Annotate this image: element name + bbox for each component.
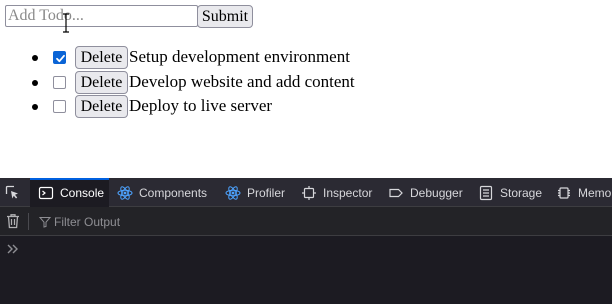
tab-label: Memo xyxy=(578,185,612,200)
todo-checkbox[interactable] xyxy=(53,51,66,64)
console-filter-bar xyxy=(0,207,612,236)
toolbar-separator xyxy=(28,213,29,230)
delete-button[interactable]: Delete xyxy=(75,46,128,69)
filter-icon xyxy=(39,217,51,228)
delete-button[interactable]: Delete xyxy=(75,95,128,118)
todo-text: Deploy to live server xyxy=(129,96,273,115)
bullet-icon xyxy=(32,104,38,110)
tab-inspector[interactable]: Inspector xyxy=(301,178,372,207)
todo-checkbox[interactable] xyxy=(53,100,66,113)
tab-console[interactable]: Console xyxy=(30,178,109,207)
devtools-toolbar: Console Components Profiler Inspector De… xyxy=(0,178,612,207)
tab-components[interactable]: Components xyxy=(117,178,207,207)
inspector-icon xyxy=(302,185,316,200)
todo-text: Setup development environment xyxy=(129,47,350,66)
todo-input[interactable] xyxy=(5,5,198,27)
console-icon xyxy=(38,186,54,199)
delete-button[interactable]: Delete xyxy=(75,71,128,94)
chevrons-right-icon xyxy=(7,244,18,254)
todo-item: Delete Deploy to live server xyxy=(0,95,612,119)
debugger-icon xyxy=(389,188,403,197)
todo-checkbox[interactable] xyxy=(53,76,66,89)
todo-item: Delete Develop website and add content xyxy=(0,71,612,95)
submit-button[interactable]: Submit xyxy=(197,5,253,28)
todo-text: Develop website and add content xyxy=(129,72,355,91)
tab-profiler[interactable]: Profiler xyxy=(225,178,285,207)
memory-icon xyxy=(558,186,570,199)
bullet-icon xyxy=(32,55,38,61)
app-page: Submit Delete Setup development environm… xyxy=(0,0,612,178)
tab-label: Profiler xyxy=(247,185,286,200)
tab-label: Storage xyxy=(500,185,543,200)
bullet-icon xyxy=(32,80,38,86)
trash-icon[interactable] xyxy=(6,213,20,229)
react-icon xyxy=(225,185,241,200)
tab-storage[interactable]: Storage xyxy=(478,178,542,207)
tab-debugger[interactable]: Debugger xyxy=(388,178,463,207)
tab-memory[interactable]: Memo xyxy=(556,178,611,207)
filter-output-input[interactable] xyxy=(54,213,354,230)
check-icon xyxy=(56,54,65,63)
tab-label: Debugger xyxy=(410,185,463,200)
storage-icon xyxy=(479,185,493,200)
react-icon xyxy=(117,185,133,200)
tab-label: Console xyxy=(60,185,105,200)
console-output[interactable] xyxy=(0,236,612,304)
tab-label: Inspector xyxy=(323,185,373,200)
devtools-panel: Console Components Profiler Inspector De… xyxy=(0,178,612,304)
todo-item: Delete Setup development environment xyxy=(0,46,612,70)
element-picker-icon[interactable] xyxy=(4,184,20,200)
tab-label: Components xyxy=(139,185,208,200)
